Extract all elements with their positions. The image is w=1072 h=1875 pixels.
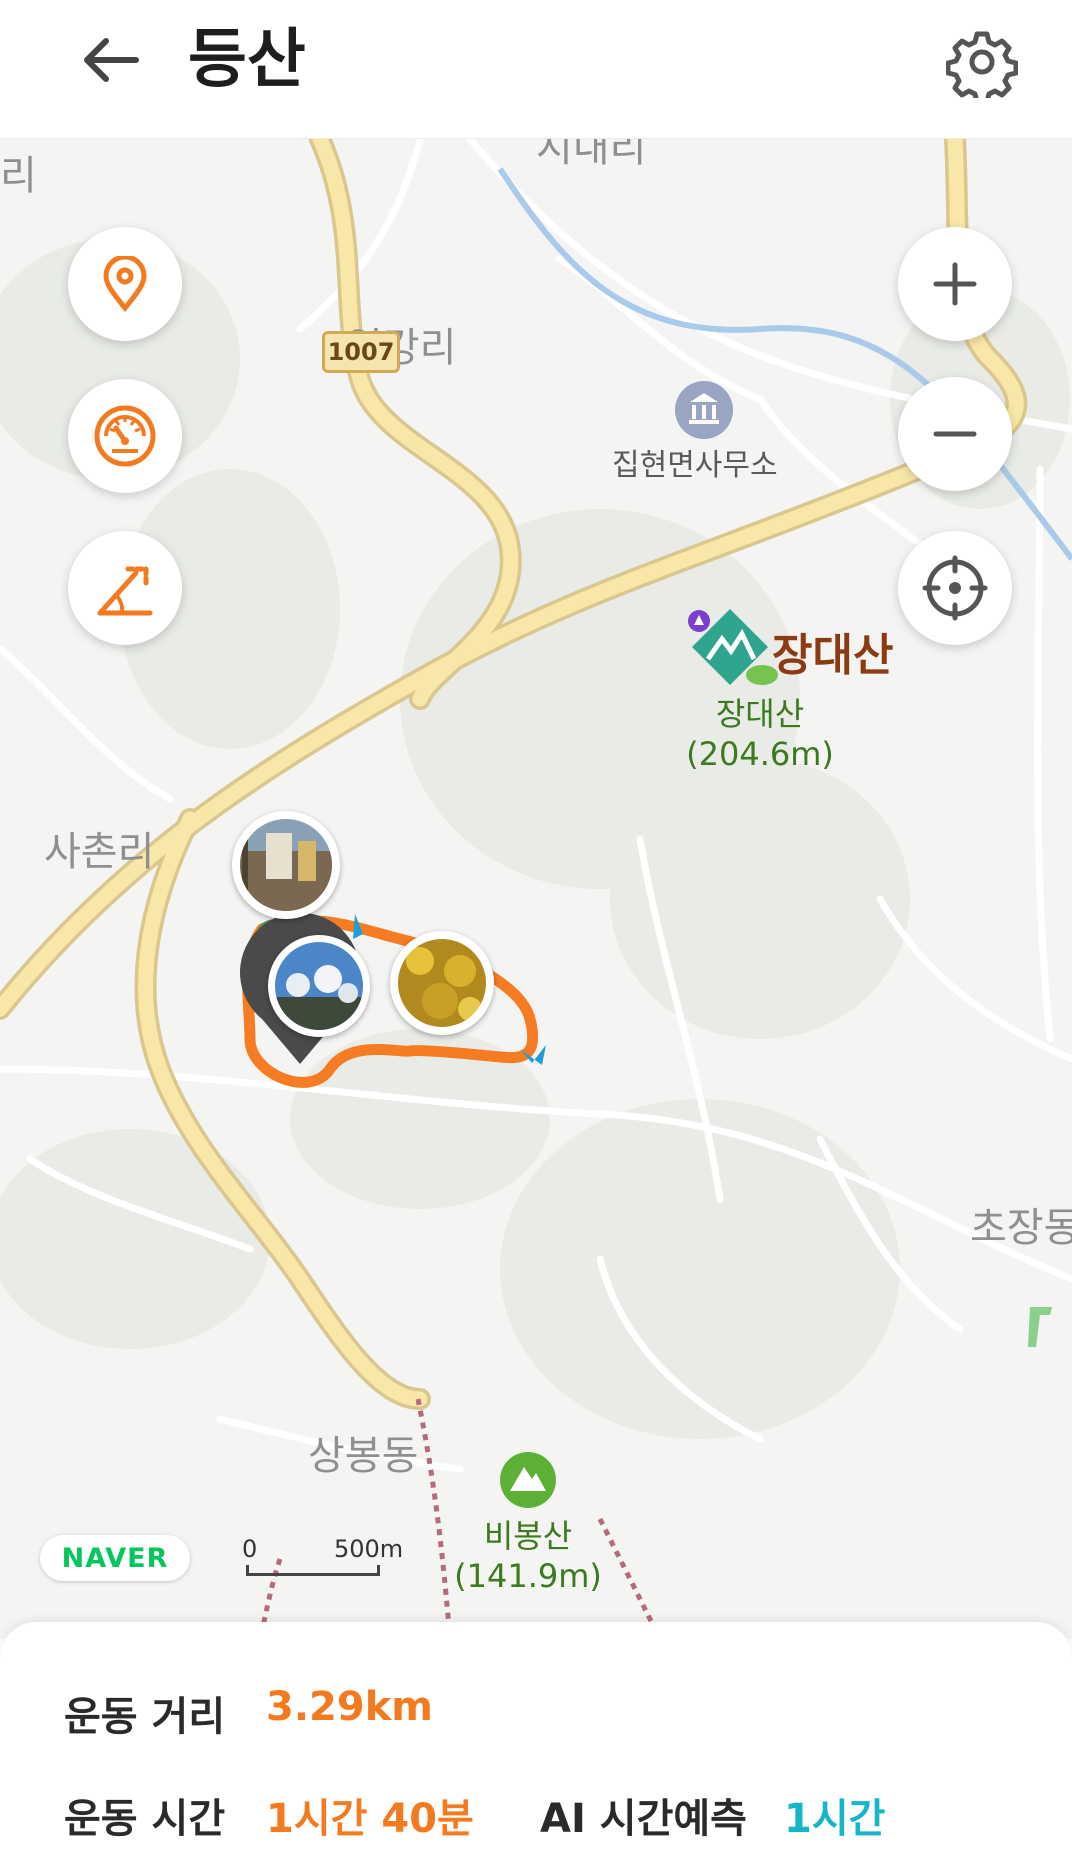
app-header: 등산	[0, 0, 1072, 139]
page-title: 등산	[188, 23, 306, 97]
scale-bar	[246, 1565, 380, 1576]
ai-prediction-value: 1시간	[784, 1796, 886, 1842]
map-base	[0, 139, 1072, 1639]
office-label: 집현면사무소	[612, 448, 778, 483]
road-number-sign: 1007	[322, 331, 400, 373]
back-button[interactable]	[70, 30, 150, 90]
crosshair-icon	[922, 555, 988, 621]
time-label: 운동 시간	[64, 1796, 226, 1842]
place-label: 사촌리	[44, 829, 155, 875]
minus-icon	[933, 431, 977, 437]
arrow-left-icon	[84, 38, 139, 82]
speedometer-icon	[94, 405, 156, 467]
mountain-name: 장대산	[715, 695, 805, 733]
location-pin-button[interactable]	[68, 227, 182, 341]
zoom-out-button[interactable]	[898, 377, 1012, 491]
mountain-banner-label: 장대산	[772, 630, 894, 681]
place-label: 리	[0, 153, 37, 199]
slope-button[interactable]	[68, 531, 182, 645]
scale-start-label: 0	[242, 1535, 258, 1563]
stats-panel: 운동 거리 3.29km 운동 시간 1시간 40분 AI 시간예측 1시간	[0, 1622, 1072, 1875]
mountain-label[interactable]: 장대산 (204.6m)	[680, 689, 840, 773]
current-photo-thumbnail[interactable]	[268, 935, 370, 1037]
plus-icon	[933, 262, 977, 306]
location-pin-icon	[103, 256, 147, 312]
mountain-name: 비봉산	[483, 1517, 573, 1555]
place-label: 초장동	[970, 1205, 1072, 1251]
locate-me-button[interactable]	[898, 531, 1012, 645]
route-photo-thumbnail[interactable]	[232, 811, 340, 919]
place-label: 상봉동	[308, 1433, 419, 1479]
photo-image	[275, 942, 363, 1030]
map-scale: 0 500m	[242, 1535, 403, 1579]
place-label: 시내리	[536, 139, 647, 171]
photo-image	[398, 939, 486, 1027]
naver-logo: NAVER	[40, 1535, 190, 1581]
slope-angle-icon	[97, 566, 153, 616]
mountain-height: (141.9m)	[454, 1557, 602, 1595]
distance-label: 운동 거리	[64, 1694, 226, 1740]
mountain-height: (204.6m)	[686, 735, 834, 773]
speed-button[interactable]	[68, 379, 182, 493]
mountain-label[interactable]: 비봉산 (141.9m)	[448, 1511, 608, 1595]
zoom-in-button[interactable]	[898, 227, 1012, 341]
time-value: 1시간 40분	[266, 1796, 474, 1842]
settings-button[interactable]	[945, 26, 1019, 105]
distance-value: 3.29km	[266, 1684, 433, 1730]
photo-image	[240, 819, 332, 911]
ai-prediction-label: AI 시간예측	[540, 1796, 747, 1842]
route-photo-thumbnail[interactable]	[390, 931, 494, 1035]
map-view[interactable]: 리 시내리 일강리 1007 집현면사무소 사촌리 상봉동 초장동 장대산 장대…	[0, 139, 1072, 1639]
scale-end-label: 500m	[334, 1535, 404, 1563]
gear-icon	[945, 31, 1019, 105]
